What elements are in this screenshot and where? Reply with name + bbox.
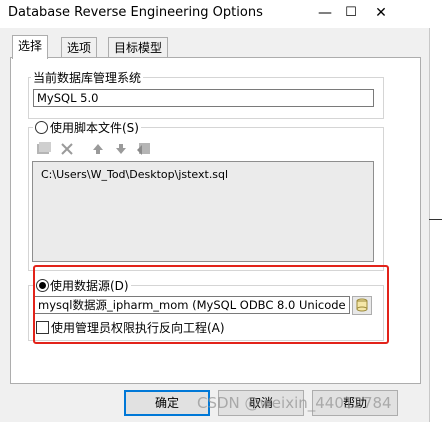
move-down-icon[interactable] [113,141,129,157]
title-bar: Database Reverse Engineering Options — ☐… [0,0,442,28]
script-file-label: 使用脚本文件(S) [33,119,141,136]
tab-options[interactable]: 选项 [61,37,98,58]
delete-icon[interactable] [59,141,75,157]
window-title: Database Reverse Engineering Options [8,5,263,20]
background-line [429,219,442,220]
background-window-edge [429,28,442,422]
move-up-icon[interactable] [90,141,106,157]
list-item[interactable]: C:\Users\W_Tod\Desktop\jstext.sql [41,168,228,181]
tab-target-models[interactable]: 目标模型 [108,37,169,58]
tab-selection[interactable]: 选择 [12,35,49,59]
maximize-button[interactable]: ☐ [336,2,366,24]
dbms-field: MySQL 5.0 [33,89,374,107]
script-file-list[interactable]: C:\Users\W_Tod\Desktop\jstext.sql [32,161,374,262]
dbms-group-label: 当前数据库管理系统 [31,69,144,86]
add-file-icon[interactable] [36,141,52,157]
close-button[interactable]: ✕ [366,2,396,24]
highlight-box [33,265,389,344]
watermark: CSDN @weixin_44012784 [197,394,392,412]
script-file-radio[interactable] [35,121,48,134]
move-bottom-icon[interactable] [136,141,152,157]
